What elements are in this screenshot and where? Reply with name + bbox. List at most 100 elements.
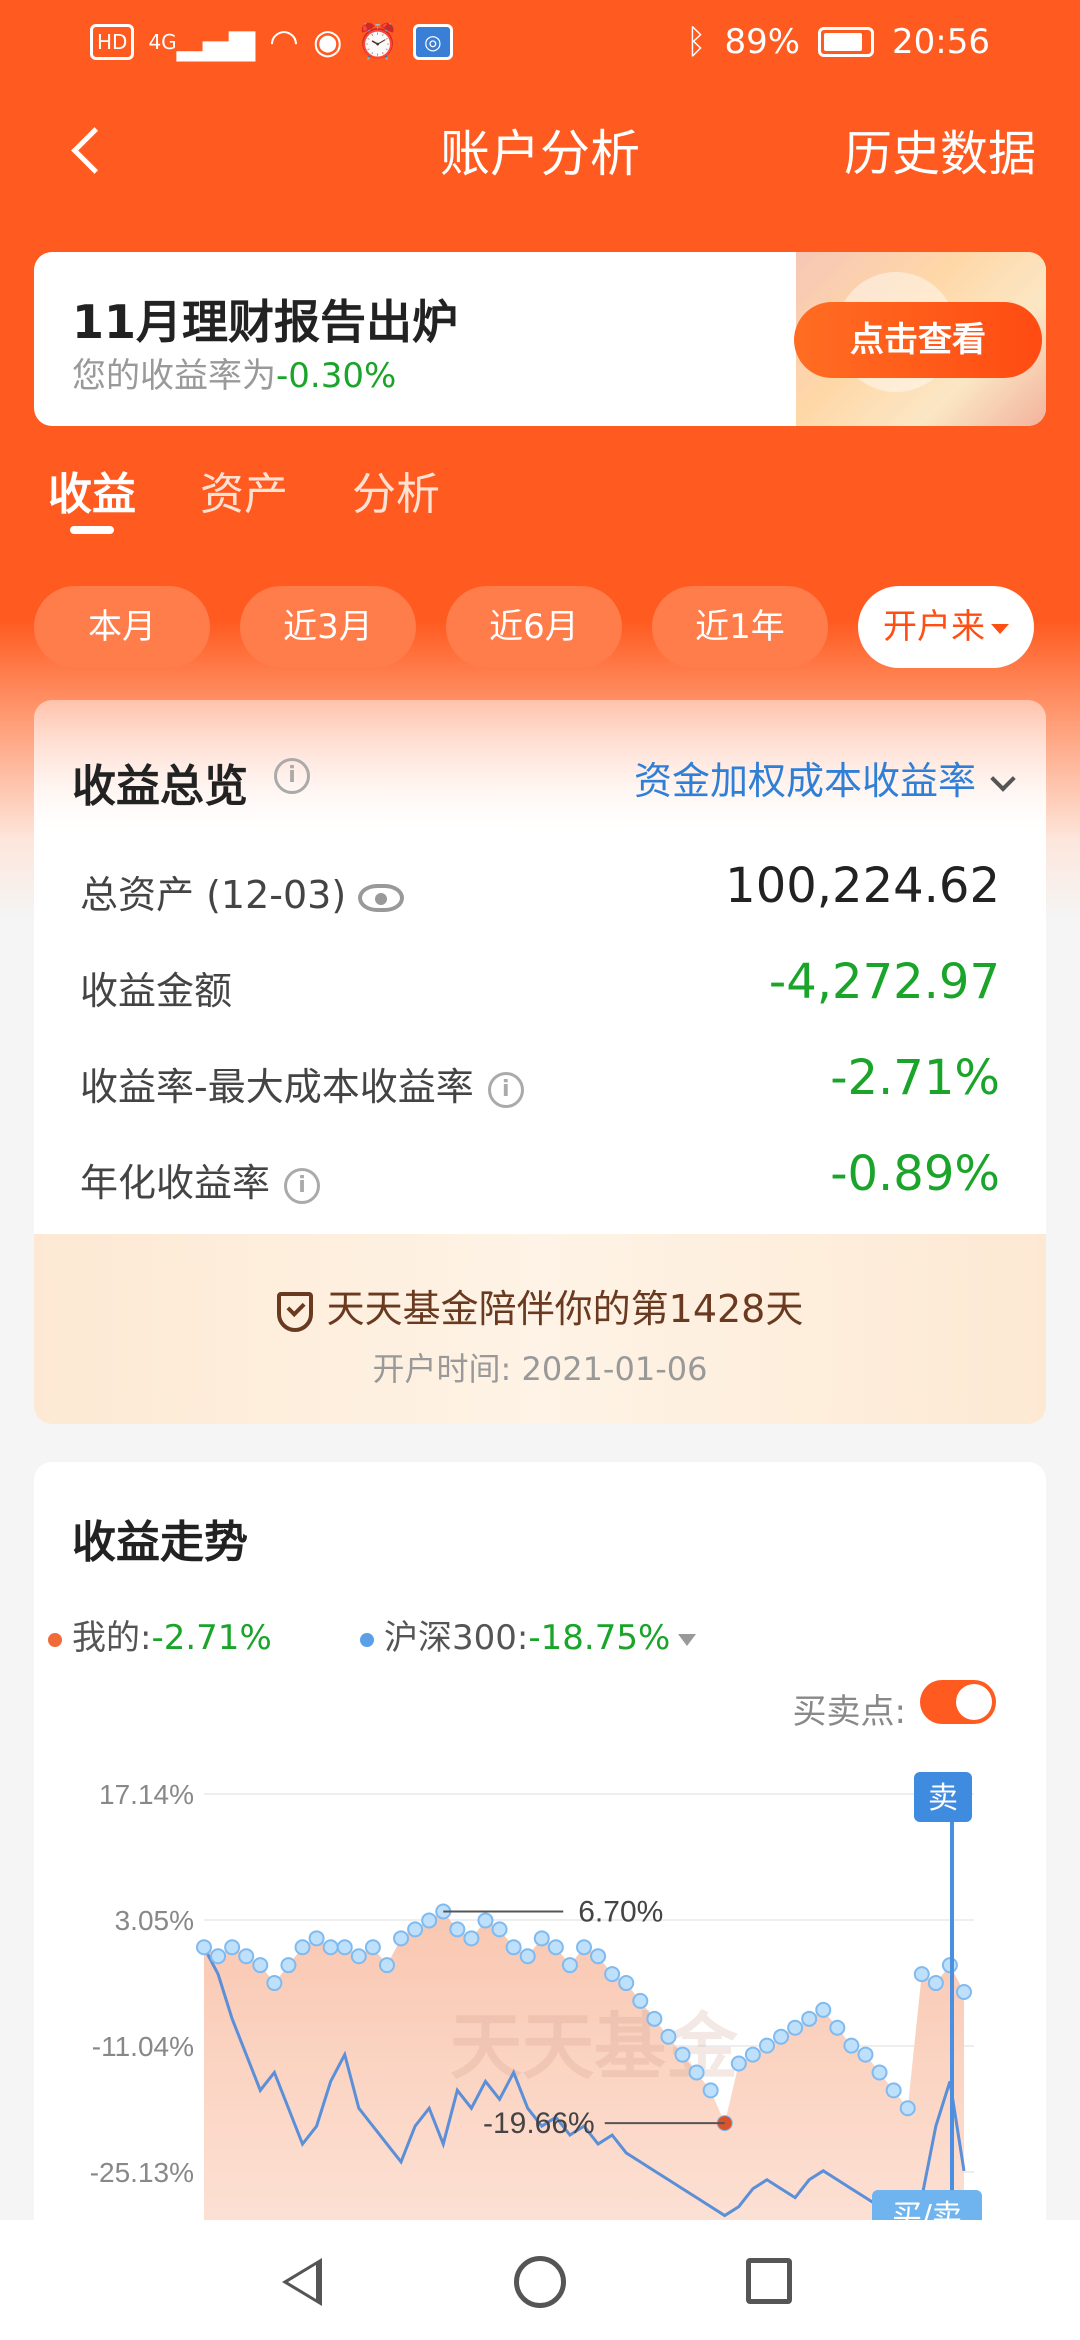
eye-icon: ◉ xyxy=(312,22,343,62)
mine-series-point xyxy=(632,1992,649,2009)
companion-days: 天天基金陪伴你的第1428天 xyxy=(326,1287,804,1331)
info-icon[interactable]: i xyxy=(487,1071,524,1108)
bluetooth-icon: ᛒ xyxy=(686,22,707,62)
mine-series-point xyxy=(477,1912,494,1929)
earnings-amount-value: -4,272.97 xyxy=(768,954,1000,1010)
mine-series-point xyxy=(899,2100,916,2117)
wifi-icon: ◠ xyxy=(269,22,299,62)
sell-marker-label: 卖 xyxy=(928,1781,958,1816)
view-report-button[interactable]: 点击查看 xyxy=(794,302,1042,378)
y-tick-label: 17.14% xyxy=(99,1779,194,1810)
mine-series-point xyxy=(829,2019,846,2036)
dropdown-caret-icon xyxy=(678,1633,697,1646)
annualized-return-row: 年化收益率 i -0.89% xyxy=(80,1146,1000,1206)
battery-icon xyxy=(818,27,875,57)
period-this-month[interactable]: 本月 xyxy=(34,586,210,668)
period-selector: 本月 近3月 近6月 近1年 开户来 xyxy=(0,586,1080,668)
tab-assets[interactable]: 资产 xyxy=(200,458,288,522)
period-3-months[interactable]: 近3月 xyxy=(240,586,416,668)
y-tick-label: -11.04% xyxy=(92,2031,194,2062)
account-open-date: 开户时间: 2021-01-06 xyxy=(372,1350,708,1388)
mine-series-point xyxy=(421,1912,438,1929)
info-icon[interactable]: i xyxy=(274,758,310,794)
mine-series-point xyxy=(266,1975,283,1992)
tab-earnings[interactable]: 收益 xyxy=(48,458,136,522)
mine-series-point xyxy=(885,2082,902,2099)
companion-banner: 天天基金陪伴你的第1428天 开户时间: 2021-01-06 xyxy=(34,1234,1046,1424)
mine-series-point xyxy=(801,2010,818,2027)
hd-icon: HD xyxy=(90,24,135,60)
tab-analysis[interactable]: 分析 xyxy=(352,458,440,522)
banner-subtitle: 您的收益率为-0.30% xyxy=(72,356,397,396)
mine-series-point xyxy=(224,1939,241,1956)
mine-series-point xyxy=(688,2064,705,2081)
earnings-amount-label: 收益金额 xyxy=(80,969,233,1013)
mine-series-point xyxy=(871,2064,888,2081)
earnings-overview-card: 收益总览 i 资金加权成本收益率 总资产 (12-03) 100,224.62 … xyxy=(34,700,1046,1424)
mine-series-point xyxy=(196,1939,212,1956)
mine-series-point xyxy=(956,1983,972,2000)
return-mode-dropdown[interactable]: 资金加权成本收益率 xyxy=(634,750,1016,805)
nav-recents-icon[interactable] xyxy=(746,2258,792,2304)
period-6-months[interactable]: 近6月 xyxy=(446,586,622,668)
clock: 20:56 xyxy=(892,22,990,62)
return-rate-row: 收益率-最大成本收益率 i -2.71% xyxy=(80,1050,1000,1110)
legend-index[interactable]: 沪深300:-18.75% xyxy=(360,1610,697,1659)
section-tabs: 收益 资产 分析 xyxy=(0,458,1080,538)
report-banner[interactable]: 11月理财报告出炉 您的收益率为-0.30% 点击查看 xyxy=(34,252,1046,426)
mine-series-point xyxy=(308,1930,325,1947)
battery-percent: 89% xyxy=(724,22,801,62)
app-header: 账户分析 历史数据 xyxy=(0,100,1080,200)
mine-series-point xyxy=(857,2046,874,2063)
legend-mine[interactable]: 我的:-2.71% xyxy=(48,1610,272,1659)
alarm-icon: ⏰ xyxy=(356,22,399,62)
mine-series-point xyxy=(449,1921,466,1938)
history-data-button[interactable]: 历史数据 xyxy=(844,114,1036,184)
annualized-return-label: 年化收益率 xyxy=(80,1161,271,1205)
mine-series-point xyxy=(744,2046,761,2063)
mine-series-point xyxy=(252,1957,269,1974)
trend-title: 收益走势 xyxy=(72,1517,248,1568)
mine-series-point xyxy=(463,1930,480,1947)
max-annotation: 6.70% xyxy=(578,1896,663,1929)
nav-home-icon[interactable] xyxy=(514,2256,566,2308)
total-assets-value: 100,224.62 xyxy=(725,858,1000,914)
mine-series-point xyxy=(533,1930,550,1947)
mine-series-point xyxy=(660,2028,677,2045)
mine-series-point xyxy=(294,1939,311,1956)
status-bar: HD 4G▂▄▆ ◠ ◉ ⏰ ◎ ᛒ 89% 20:56 xyxy=(0,0,1080,90)
mine-series-point xyxy=(590,1948,607,1965)
mine-series-point xyxy=(674,2046,691,2063)
period-1-year[interactable]: 近1年 xyxy=(652,586,828,668)
period-since-open[interactable]: 开户来 xyxy=(858,586,1034,668)
app-icon: ◎ xyxy=(412,24,453,60)
y-tick-label: -25.13% xyxy=(90,2157,194,2188)
info-icon[interactable]: i xyxy=(284,1167,321,1204)
mine-series-point xyxy=(378,1957,395,1974)
mine-series-point xyxy=(787,2019,804,2036)
mine-series-point xyxy=(322,1939,339,1956)
mine-series-point xyxy=(519,1948,536,1965)
mine-series-point xyxy=(702,2082,719,2099)
tab-indicator xyxy=(70,526,114,534)
mine-series-point xyxy=(505,1939,522,1956)
mine-series-point xyxy=(646,2010,663,2027)
mine-series-point xyxy=(210,1948,227,1965)
mine-series-point xyxy=(364,1939,381,1956)
mine-series-point xyxy=(941,1957,958,1974)
mine-series-point xyxy=(815,2001,832,2018)
eye-icon[interactable] xyxy=(358,883,405,912)
system-nav-bar xyxy=(0,2220,1080,2340)
mine-series-point xyxy=(336,1939,353,1956)
buy-sell-toggle[interactable] xyxy=(920,1680,996,1724)
nav-back-icon[interactable] xyxy=(282,2258,322,2306)
total-assets-row: 总资产 (12-03) 100,224.62 xyxy=(80,858,1000,918)
mine-series-point xyxy=(843,2037,860,2054)
mine-series-point xyxy=(561,1957,578,1974)
return-rate-label: 收益率-最大成本收益率 xyxy=(80,1065,474,1109)
annualized-return-value: -0.89% xyxy=(830,1146,1000,1202)
overview-title: 收益总览 xyxy=(72,761,248,812)
earnings-trend-card: 收益走势 我的:-2.71% 沪深300:-18.75% 买卖点: 17.14%… xyxy=(34,1462,1046,2340)
earnings-amount-row: 收益金额 -4,272.97 xyxy=(80,954,1000,1014)
4g-signal-icon: 4G▂▄▆ xyxy=(148,22,256,62)
